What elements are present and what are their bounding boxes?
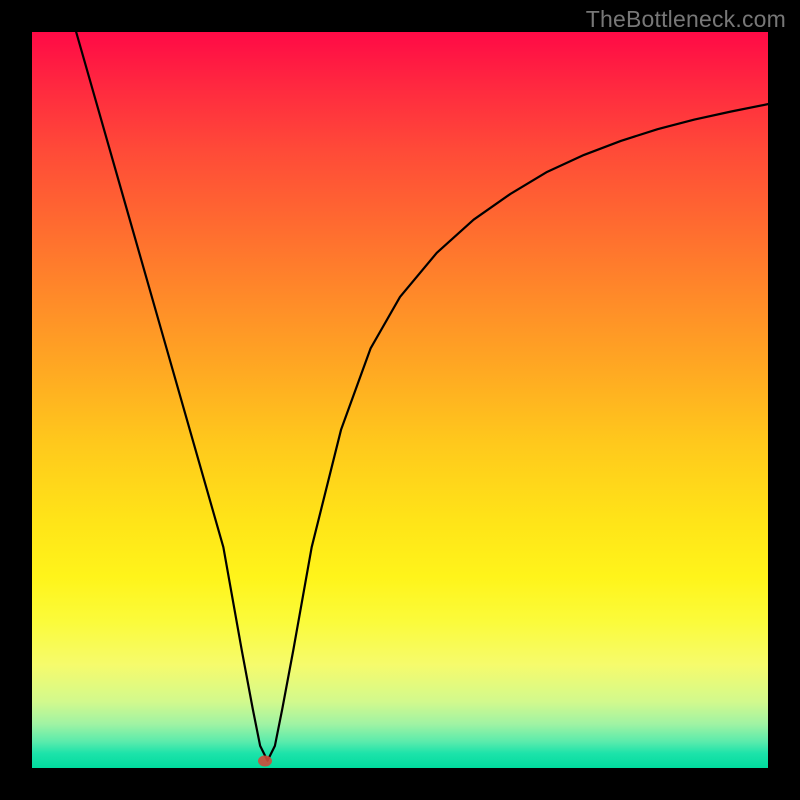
plot-area [32, 32, 768, 768]
minimum-marker [258, 755, 272, 766]
curve-svg [32, 32, 768, 768]
watermark-text: TheBottleneck.com [586, 6, 786, 33]
